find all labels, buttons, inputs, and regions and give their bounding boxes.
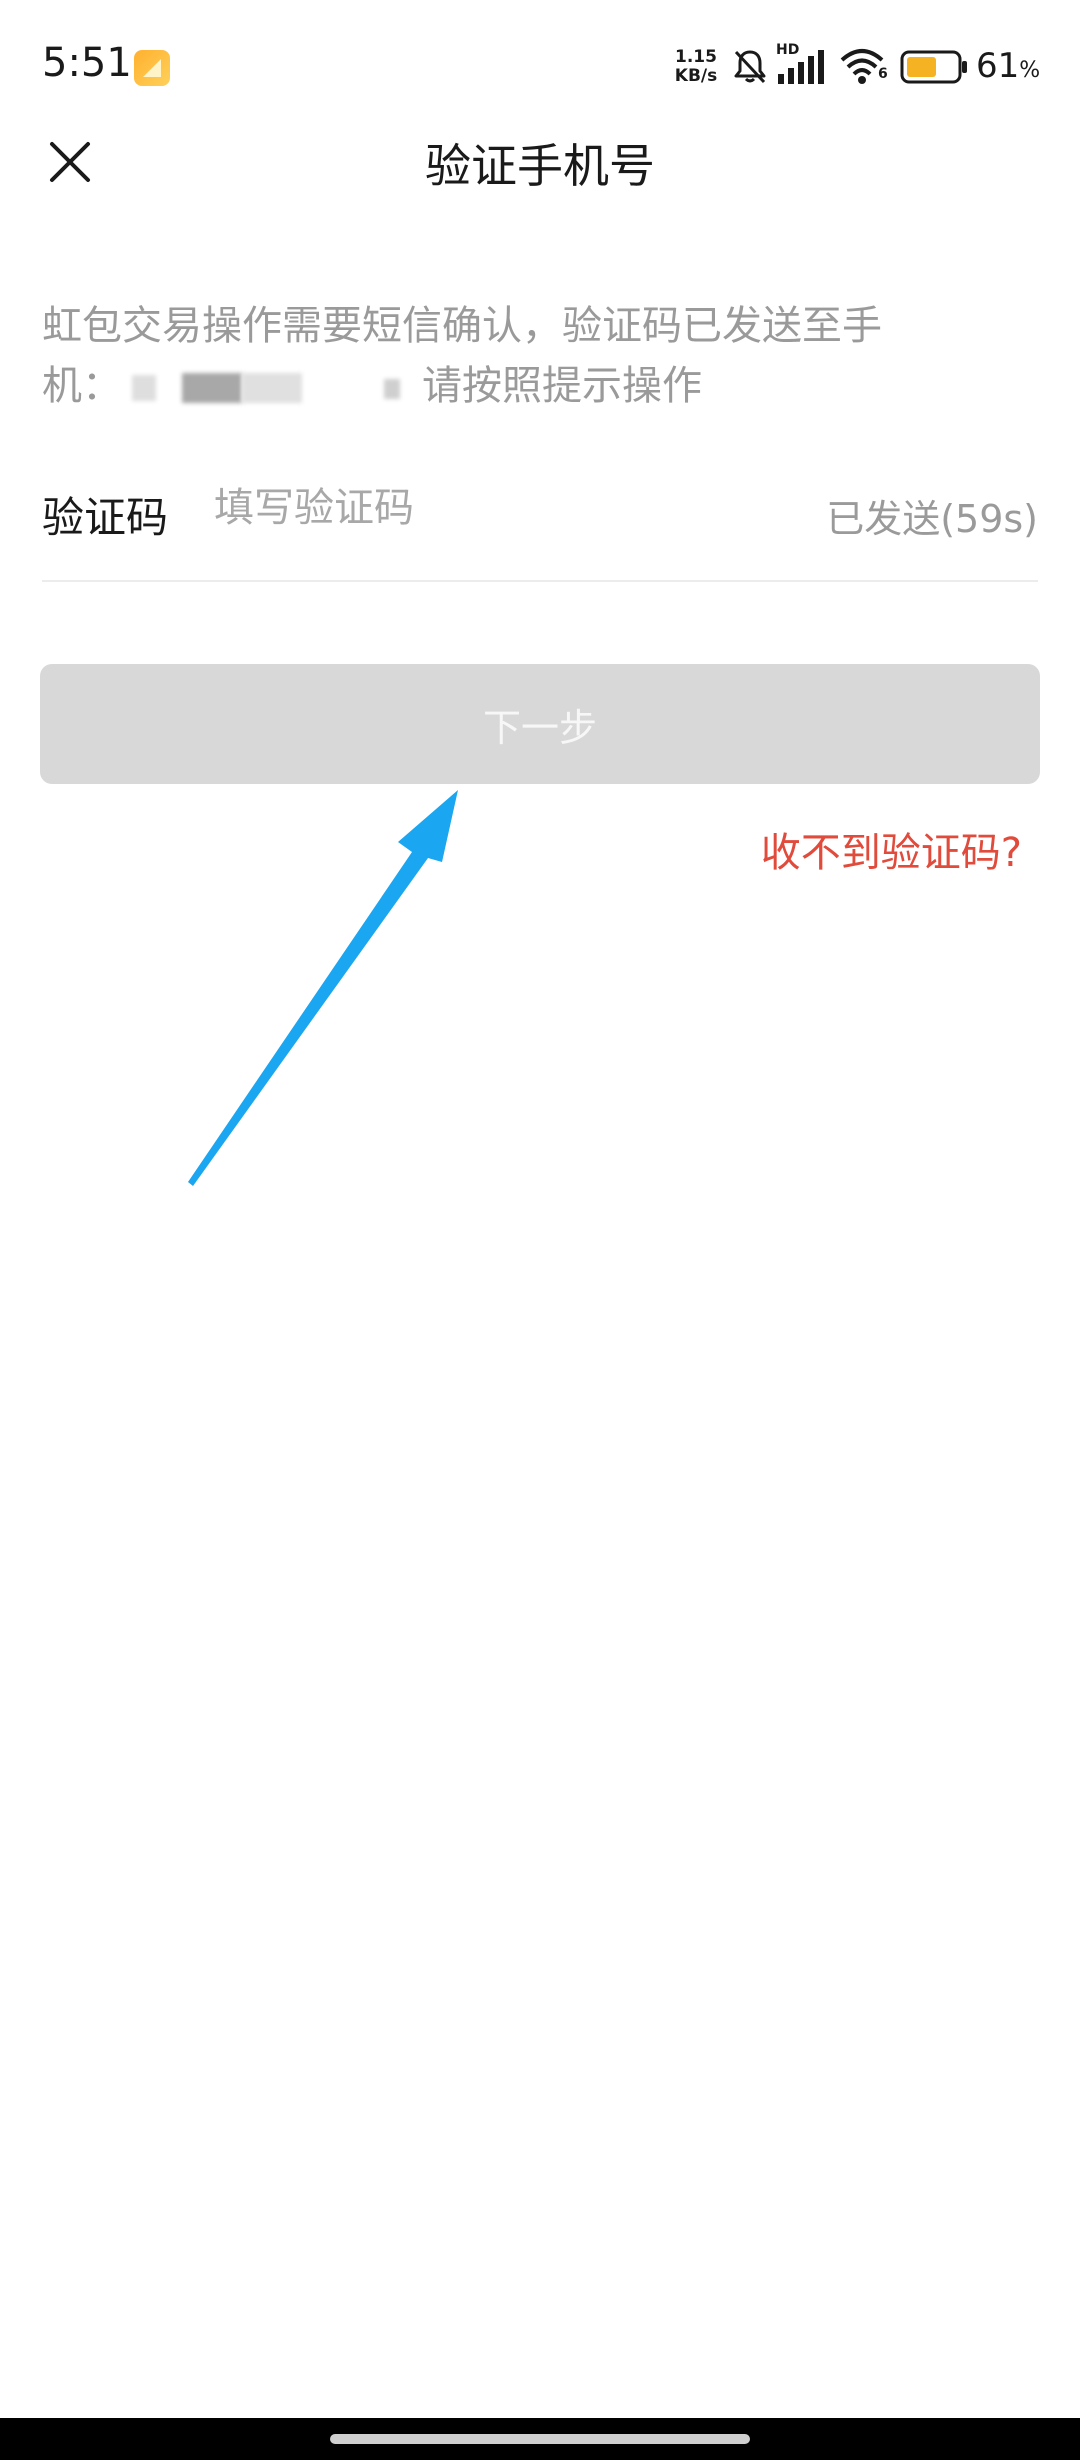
resend-countdown: 已发送(59s) (826, 497, 1038, 541)
gesture-nav-bar (0, 2418, 1080, 2460)
page-title: 验证手机号 (425, 139, 655, 193)
masked-phone-number (122, 373, 422, 403)
next-step-button[interactable]: 下一步 (40, 664, 1040, 784)
verification-code-row: 验证码 已发送(59s) (42, 470, 1038, 582)
status-time: 5:51 (42, 40, 132, 86)
sms-description: 虹包交易操作需要短信确认，验证码已发送至手 机： 请按照提示操作 (42, 296, 1032, 416)
header: 验证手机号 (0, 120, 1080, 200)
description-suffix: 请按照提示操作 (422, 363, 702, 409)
battery-percent-sign: % (1019, 58, 1041, 83)
battery-percent: 61% (976, 46, 1040, 86)
network-speed: 1.15 KB/s (668, 48, 724, 86)
battery-percent-value: 61 (976, 46, 1020, 86)
description-line-2: 机： 请按照提示操作 (42, 356, 1032, 416)
description-prefix: 机： (42, 363, 122, 409)
verification-code-label: 验证码 (42, 493, 169, 542)
signal-icon (778, 50, 824, 84)
network-speed-value: 1.15 (675, 47, 717, 67)
wifi-sub-label: 6 (878, 66, 888, 82)
app-notification-icon (134, 50, 170, 86)
mute-bell-icon (734, 50, 766, 84)
battery-icon (900, 50, 967, 84)
verification-code-input[interactable] (214, 478, 774, 538)
no-code-help-link[interactable]: 收不到验证码? (761, 820, 1022, 878)
description-line-1: 虹包交易操作需要短信确认，验证码已发送至手 (42, 303, 882, 349)
annotation-arrow-shape (188, 790, 458, 1186)
network-speed-unit: KB/s (674, 66, 718, 86)
status-bar: 5:51 1.15 KB/s HD 6 61% (0, 0, 1080, 120)
home-indicator[interactable] (330, 2434, 750, 2444)
